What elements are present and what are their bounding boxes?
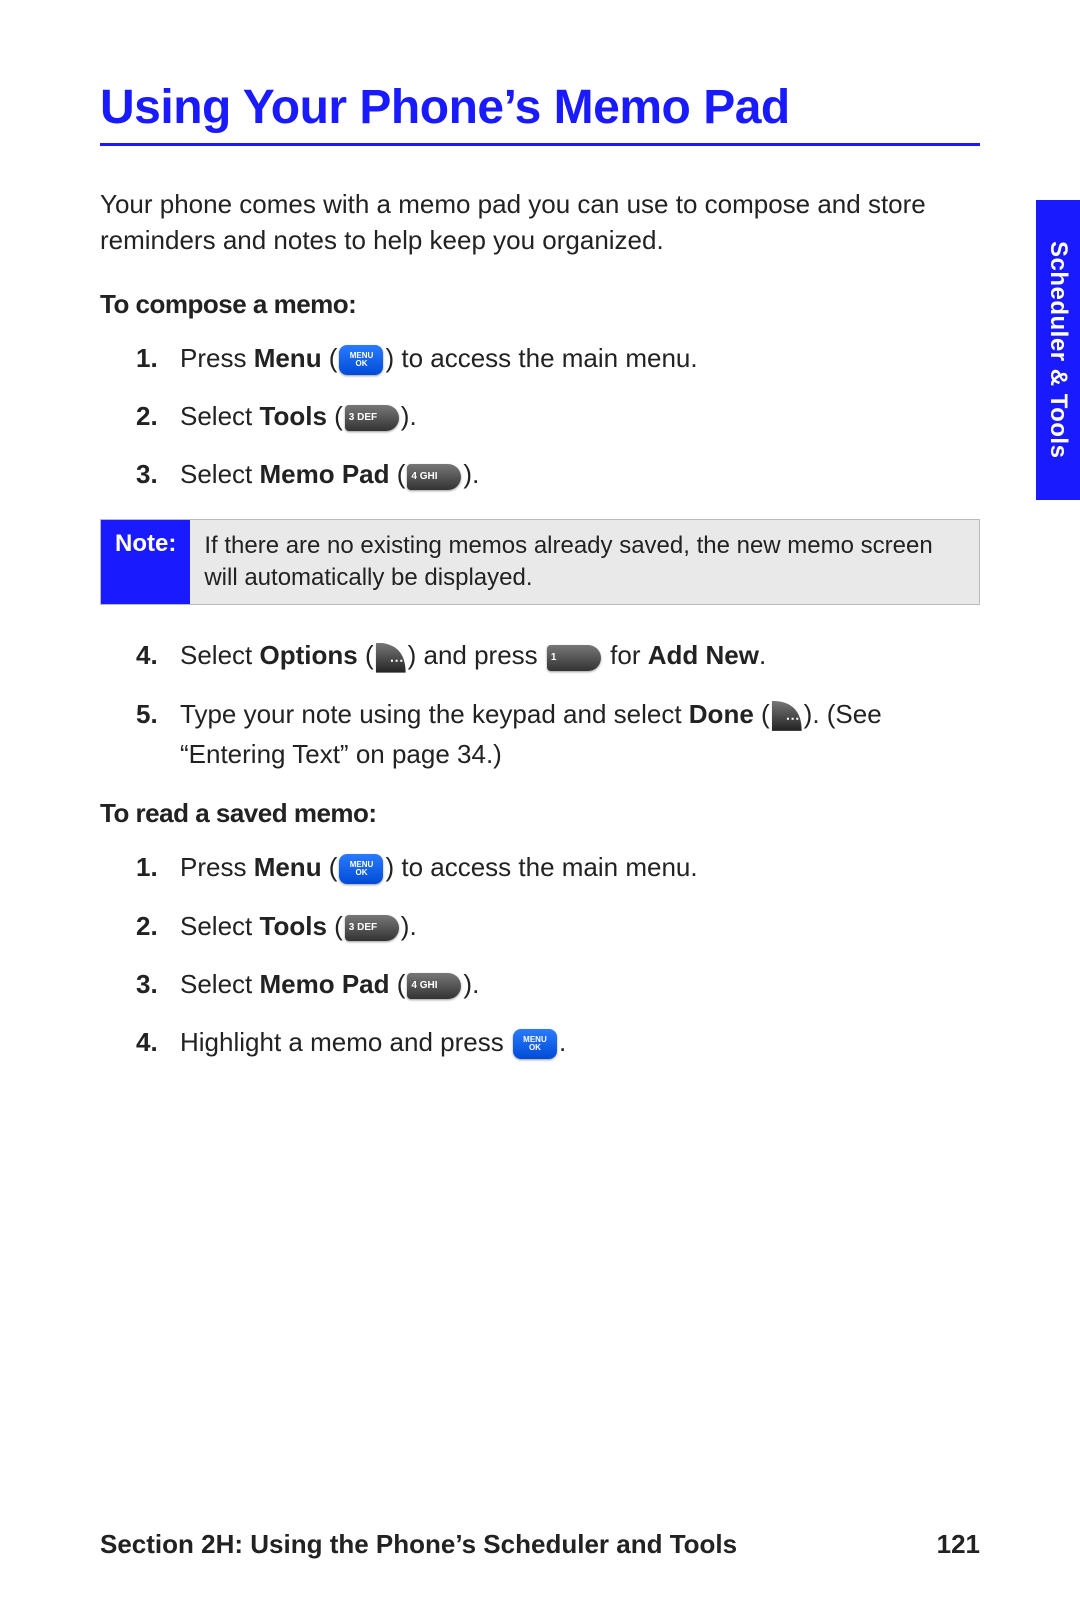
step-number: 3.	[136, 454, 158, 494]
right-softkey-icon: ⋯	[376, 643, 406, 673]
step-text: (	[358, 640, 374, 670]
menu-ok-key-icon: MENUOK	[513, 1029, 557, 1059]
page-title: Using Your Phone’s Memo Pad	[100, 80, 980, 135]
step-text: Select	[180, 459, 260, 489]
step-number: 4.	[136, 635, 158, 675]
step-text: Type your note using the keypad and sele…	[180, 699, 689, 729]
compose-step-4: 4. Select Options (⋯) and press 1 for Ad…	[100, 635, 980, 675]
step-text: Select	[180, 401, 260, 431]
step-text-bold: Memo Pad	[260, 459, 390, 489]
step-text: .	[759, 640, 766, 670]
step-text: (	[327, 401, 343, 431]
step-text: Select	[180, 969, 260, 999]
step-text: ).	[463, 459, 479, 489]
compose-step-2: 2. Select Tools (3 DEF).	[100, 396, 980, 436]
step-text: Highlight a memo and press	[180, 1027, 511, 1057]
step-text: Press	[180, 852, 254, 882]
read-step-2: 2. Select Tools (3 DEF).	[100, 906, 980, 946]
key-1-icon: 1	[547, 645, 601, 671]
key-4-icon: 4 GHI	[407, 973, 461, 999]
step-text-bold: Done	[689, 699, 754, 729]
footer-section-label: Section 2H: Using the Phone’s Scheduler …	[100, 1529, 737, 1560]
step-text: ) and press	[408, 640, 545, 670]
step-text: (	[754, 699, 770, 729]
step-text: (	[327, 911, 343, 941]
step-number: 1.	[136, 338, 158, 378]
step-text-bold: Memo Pad	[260, 969, 390, 999]
step-number: 4.	[136, 1022, 158, 1062]
intro-paragraph: Your phone comes with a memo pad you can…	[100, 186, 980, 259]
compose-step-5: 5. Type your note using the keypad and s…	[100, 694, 980, 775]
note-text: If there are no existing memos already s…	[190, 520, 979, 605]
side-tab-scheduler-tools: Scheduler & Tools	[1036, 200, 1080, 500]
menu-ok-key-icon: MENUOK	[339, 345, 383, 375]
read-step-3: 3. Select Memo Pad (4 GHI).	[100, 964, 980, 1004]
step-text: ).	[401, 401, 417, 431]
step-text-bold: Tools	[260, 401, 327, 431]
step-text: ) to access the main menu.	[385, 343, 697, 373]
step-number: 3.	[136, 964, 158, 1004]
step-text-bold: Options	[260, 640, 358, 670]
key-3-icon: 3 DEF	[345, 405, 399, 431]
page-footer: Section 2H: Using the Phone’s Scheduler …	[100, 1529, 980, 1560]
step-text: Select	[180, 911, 260, 941]
step-text: (	[390, 969, 406, 999]
compose-steps-list: 1. Press Menu (MENUOK) to access the mai…	[100, 338, 980, 495]
step-text-bold: Menu	[254, 343, 322, 373]
step-number: 1.	[136, 847, 158, 887]
note-label: Note:	[101, 520, 190, 605]
note-box: Note: If there are no existing memos alr…	[100, 519, 980, 606]
title-underline	[100, 143, 980, 146]
step-number: 2.	[136, 906, 158, 946]
key-3-icon: 3 DEF	[345, 915, 399, 941]
step-text: for	[603, 640, 648, 670]
step-text: Select	[180, 640, 260, 670]
step-text-bold: Add New	[648, 640, 759, 670]
step-text: ).	[463, 969, 479, 999]
step-text: (	[390, 459, 406, 489]
step-text: Press	[180, 343, 254, 373]
key-4-icon: 4 GHI	[407, 464, 461, 490]
heading-compose-memo: To compose a memo:	[100, 289, 980, 320]
step-text: ) to access the main menu.	[385, 852, 697, 882]
step-number: 5.	[136, 694, 158, 734]
menu-ok-key-icon: MENUOK	[339, 854, 383, 884]
step-text: .	[559, 1027, 566, 1057]
read-steps-list: 1. Press Menu (MENUOK) to access the mai…	[100, 847, 980, 1062]
step-text: (	[322, 852, 338, 882]
step-text-bold: Menu	[254, 852, 322, 882]
compose-steps-list-cont: 4. Select Options (⋯) and press 1 for Ad…	[100, 635, 980, 774]
read-step-1: 1. Press Menu (MENUOK) to access the mai…	[100, 847, 980, 887]
right-softkey-icon: ⋯	[772, 701, 802, 731]
compose-step-1: 1. Press Menu (MENUOK) to access the mai…	[100, 338, 980, 378]
compose-step-3: 3. Select Memo Pad (4 GHI).	[100, 454, 980, 494]
step-text: ).	[401, 911, 417, 941]
step-number: 2.	[136, 396, 158, 436]
heading-read-memo: To read a saved memo:	[100, 798, 980, 829]
step-text: (	[322, 343, 338, 373]
step-text-bold: Tools	[260, 911, 327, 941]
footer-page-number: 121	[937, 1529, 980, 1560]
read-step-4: 4. Highlight a memo and press MENUOK.	[100, 1022, 980, 1062]
